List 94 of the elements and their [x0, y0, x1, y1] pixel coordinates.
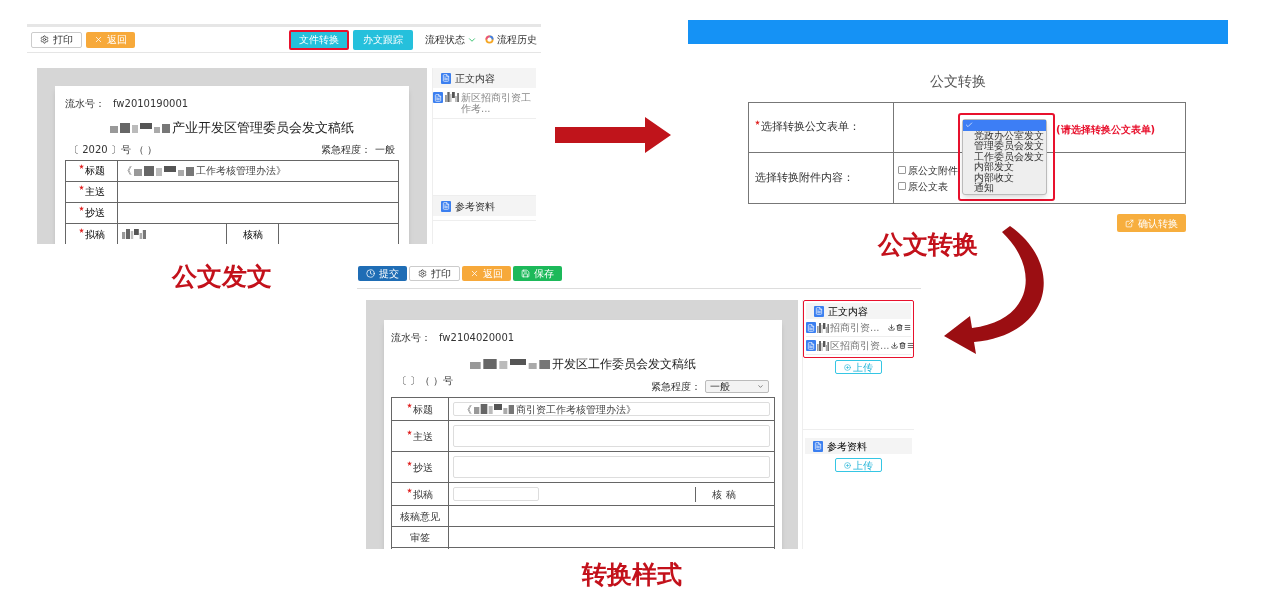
- document-icon: [433, 92, 443, 103]
- redaction-drawing: [817, 322, 829, 333]
- document-title: 开发区工作委员会发文稿纸: [552, 356, 696, 373]
- caption: 公文转换: [878, 229, 978, 261]
- document-number: 〔 2020 〕号 （ ）: [69, 142, 158, 157]
- select-dropdown[interactable]: 党政办公室发文 管理委员会发文 工作委员会发文 内部发文 内部收文 通知: [962, 119, 1047, 195]
- plus-icon: [844, 461, 851, 469]
- redaction-drawing: [134, 165, 194, 176]
- hint-text: (请选择转换公文表单): [1056, 123, 1156, 137]
- print-button[interactable]: 打印: [409, 266, 460, 281]
- serial-label: 流水号：: [65, 97, 105, 111]
- dropdown-option[interactable]: 通知: [963, 183, 1046, 194]
- redaction-drawing: [110, 122, 170, 133]
- urgency-label: 紧急程度：: [321, 142, 371, 157]
- required-icon: [407, 487, 412, 493]
- gear-icon: [40, 35, 49, 44]
- document-title: 产业开发区管理委员会发文稿纸: [172, 119, 354, 137]
- dropdown-option[interactable]: 工作委员会发文: [963, 151, 1046, 162]
- quote-mark: 《: [122, 164, 132, 178]
- ring-icon: [485, 35, 494, 44]
- check-icon: [965, 121, 973, 130]
- chevron-down-icon: [757, 383, 764, 390]
- required-icon: [78, 164, 84, 169]
- file-item[interactable]: 招商引资...: [806, 319, 911, 337]
- download-icon[interactable]: [890, 342, 898, 349]
- file-item[interactable]: 区招商引资...: [806, 337, 911, 355]
- redaction-drawing: [445, 92, 459, 102]
- serial-number: fw2010190001: [113, 97, 189, 111]
- section-title: 正文内容: [828, 304, 868, 319]
- clock-icon: [366, 269, 375, 278]
- close-icon: [470, 269, 479, 278]
- field-label: 拟稿: [407, 486, 433, 502]
- field-label: 标题: [407, 401, 433, 417]
- menu-icon[interactable]: [904, 324, 911, 331]
- required-icon: [407, 429, 412, 435]
- field-label: 核 稿: [712, 487, 736, 502]
- external-link-icon: [1125, 218, 1134, 228]
- trash-icon[interactable]: [898, 342, 906, 349]
- page-title: 公文转换: [929, 72, 987, 91]
- section-title: 参考资料: [827, 439, 867, 454]
- field-label: 核稿: [242, 227, 263, 242]
- urgency-label: 紧急程度：: [651, 380, 701, 394]
- field-label: 选择转换公文表单：: [755, 119, 860, 136]
- redaction-drawing: [474, 404, 514, 414]
- caption: 转换样式: [582, 559, 682, 591]
- section-title: 正文内容: [455, 71, 495, 86]
- urgency-value: 一般: [375, 142, 395, 157]
- required-icon: [78, 227, 84, 233]
- field-label: 审签: [410, 530, 430, 545]
- save-icon: [521, 269, 530, 278]
- section-title: 参考资料: [455, 199, 495, 214]
- required-icon: [407, 402, 412, 408]
- close-icon: [94, 35, 103, 44]
- required-icon: [78, 206, 84, 211]
- required-icon: [78, 185, 84, 190]
- download-icon[interactable]: [888, 324, 895, 331]
- right-arrow-icon: [555, 117, 671, 153]
- caption: 公文发文: [172, 261, 272, 293]
- field-label: 主送: [407, 428, 433, 444]
- urgency-select[interactable]: 一般: [705, 380, 769, 393]
- required-icon: [407, 460, 412, 466]
- field-label: 核稿意见: [400, 509, 440, 524]
- status-dropdown[interactable]: 流程状态: [425, 32, 477, 47]
- document-icon: [806, 322, 816, 333]
- menu-icon[interactable]: [906, 342, 914, 349]
- field-value: 工作考核管理办法》: [196, 164, 286, 178]
- document-icon: [806, 340, 816, 351]
- gear-icon: [418, 269, 427, 278]
- field-label: 抄送: [78, 205, 105, 220]
- plus-icon: [844, 363, 851, 371]
- file-item[interactable]: 新区招商引资工作考...: [433, 92, 536, 119]
- redaction-drawing: [817, 340, 829, 351]
- field-label: 选择转换附件内容：: [755, 169, 854, 186]
- history-link[interactable]: 流程历史: [485, 32, 537, 47]
- field-label: 标题: [78, 163, 105, 178]
- field-label: 主送: [78, 184, 105, 199]
- field-label: 拟稿: [78, 226, 105, 242]
- print-button[interactable]: 打印: [31, 31, 82, 48]
- dropdown-option[interactable]: 内部发文: [963, 162, 1046, 173]
- title-field[interactable]: 《 商引资工作考核管理办法》: [453, 402, 770, 416]
- document-number: 〔 〕（ ）号: [397, 374, 454, 388]
- serial-label: 流水号：: [391, 331, 431, 345]
- field-label: 抄送: [407, 459, 433, 475]
- redaction-drawing: [122, 229, 146, 239]
- trash-icon[interactable]: [896, 324, 903, 331]
- document-icon: [441, 72, 451, 84]
- dropdown-option[interactable]: 内部收文: [963, 172, 1046, 183]
- document-icon: [441, 200, 451, 212]
- dropdown-option[interactable]: 党政办公室发文: [963, 130, 1046, 141]
- dropdown-option[interactable]: 管理委员会发文: [963, 141, 1046, 152]
- input-field[interactable]: [453, 487, 539, 501]
- submit-button[interactable]: 提交: [358, 266, 407, 281]
- required-icon: [755, 120, 760, 126]
- serial-number: fw2104020001: [439, 331, 515, 345]
